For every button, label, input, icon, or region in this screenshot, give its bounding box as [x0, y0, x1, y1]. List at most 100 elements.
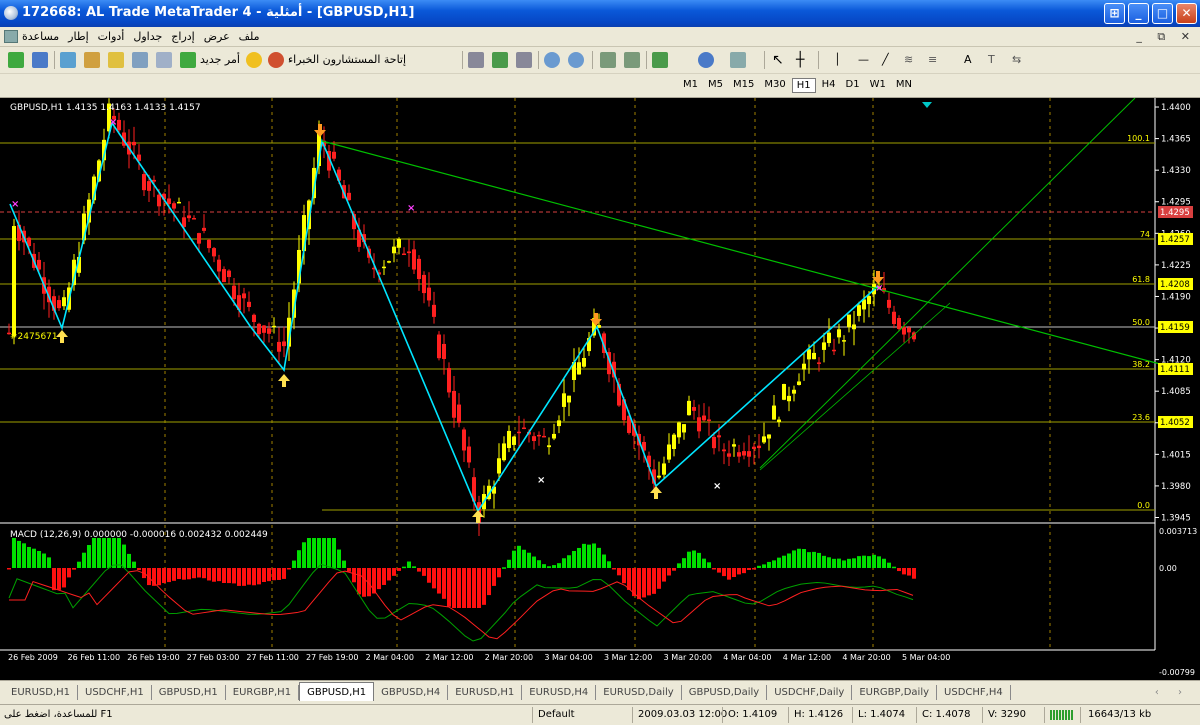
price-chart[interactable]: 100.1 74 61.8 50.0 38.2 23.6 0.0 × × × × × × 1.4400…	[0, 98, 1200, 680]
text-tool[interactable]: A	[964, 51, 972, 69]
candlestick-icon[interactable]	[492, 52, 508, 68]
channel-upper-line	[759, 98, 1136, 469]
tab-eurusd-h4[interactable]: EURUSD,H4	[522, 685, 597, 700]
price-tag-label: 1.4208	[1160, 280, 1190, 290]
tab-usdchf-h4[interactable]: USDCHF,H4	[937, 685, 1011, 700]
macd-bar-positive	[567, 555, 571, 568]
menu-charts[interactable]: جداول	[133, 30, 162, 43]
macd-bar-positive	[602, 554, 606, 568]
mdi-controls[interactable]: _ ⧉ ✕	[1136, 30, 1196, 44]
tf-h1[interactable]: H1	[791, 78, 816, 93]
indicators-icon[interactable]	[652, 52, 668, 68]
tf-m30[interactable]: M30	[760, 78, 789, 93]
tf-m15[interactable]: M15	[729, 78, 758, 93]
terminal-icon[interactable]	[132, 52, 148, 68]
close-button[interactable]: ✕	[1176, 3, 1197, 24]
menu-help[interactable]: مساعدة	[22, 30, 59, 43]
line-chart-icon[interactable]	[516, 52, 532, 68]
horizontal-line-icon[interactable]: —	[858, 51, 869, 69]
candle-bull	[792, 389, 796, 394]
window-title: 172668: AL Trade MetaTrader 4 - أمثلية -…	[22, 5, 415, 20]
trendline-icon[interactable]: ╱	[882, 51, 889, 69]
fibonacci-icon[interactable]: ≋	[904, 51, 913, 69]
macd-bar-positive	[677, 563, 681, 568]
tf-h4[interactable]: H4	[818, 78, 840, 93]
macd-bar-positive	[592, 543, 596, 568]
candle-bear	[907, 327, 911, 333]
vertical-line-icon[interactable]: │	[834, 51, 841, 69]
tab-usdchf-daily[interactable]: USDCHF,Daily	[767, 685, 853, 700]
candle-bear	[262, 325, 266, 333]
tf-m5[interactable]: M5	[704, 78, 727, 93]
tf-m1[interactable]: M1	[679, 78, 702, 93]
macd-bar-negative	[217, 568, 221, 582]
templates-icon[interactable]	[730, 52, 746, 68]
channel-icon[interactable]: ≡	[928, 51, 937, 69]
navigator-icon[interactable]	[84, 52, 100, 68]
chart-canvas[interactable]: 100.1 74 61.8 50.0 38.2 23.6 0.0 × × × × × × 1.4400…	[0, 98, 1200, 680]
candle-bull	[687, 400, 691, 416]
menu-file[interactable]: ملف	[239, 30, 260, 43]
tab-eurusd-h1[interactable]: EURUSD,H1	[448, 685, 523, 700]
minimize-button[interactable]: _	[1128, 3, 1149, 24]
tab-eurgbp-daily[interactable]: EURGBP,Daily	[852, 685, 938, 700]
tab-eurgbp-h1[interactable]: EURGBP,H1	[226, 685, 300, 700]
tab-usdchf-h1[interactable]: USDCHF,H1	[78, 685, 152, 700]
menu-insert[interactable]: إدراج	[171, 30, 194, 43]
menu-window[interactable]: إطار	[68, 30, 88, 43]
auto-scroll-icon[interactable]	[600, 52, 616, 68]
experts-toggle-button[interactable]: إتاحة المستشارون الخبراء	[288, 51, 406, 69]
tab-eurusd-h1[interactable]: EURUSD,H1	[4, 685, 79, 700]
tile-windows-button[interactable]: ⊞	[1104, 3, 1125, 24]
new-order-icon[interactable]	[180, 52, 196, 68]
macd-bar-negative	[7, 568, 11, 570]
experts-icon[interactable]	[268, 52, 284, 68]
macd-bar-negative	[62, 568, 66, 588]
chart-shift-icon[interactable]	[624, 52, 640, 68]
metaeditor-icon[interactable]	[246, 52, 262, 68]
candle-bear	[887, 299, 891, 308]
menu-view[interactable]: عرض	[204, 30, 230, 43]
tab-scroll-arrows[interactable]: ‹ ›	[1155, 687, 1190, 698]
macd-bar-negative	[72, 568, 76, 570]
text-label-icon[interactable]: T	[988, 51, 995, 69]
macd-bar-negative	[197, 568, 201, 578]
new-chart-icon[interactable]	[8, 52, 24, 68]
tf-mn[interactable]: MN	[892, 78, 916, 93]
price-label: 1.4400	[1161, 103, 1191, 113]
profiles-icon[interactable]	[32, 52, 48, 68]
maximize-button[interactable]: □	[1152, 3, 1173, 24]
macd-bar-positive	[882, 558, 886, 568]
tab-gbpusd-h1[interactable]: GBPUSD,H1	[299, 682, 375, 701]
strategy-tester-icon[interactable]	[156, 52, 172, 68]
zoom-out-icon[interactable]	[568, 52, 584, 68]
macd-bar-positive	[802, 549, 806, 568]
tab-gbpusd-daily[interactable]: GBPUSD,Daily	[682, 685, 768, 700]
bar-chart-icon[interactable]	[468, 52, 484, 68]
market-watch-icon[interactable]	[60, 52, 76, 68]
macd-bar-negative	[747, 568, 751, 571]
tab-gbpusd-h1[interactable]: GBPUSD,H1	[152, 685, 226, 700]
zoom-in-icon[interactable]	[544, 52, 560, 68]
tf-d1[interactable]: D1	[842, 78, 864, 93]
macd-bar-positive	[892, 566, 896, 569]
menu-tools[interactable]: أدوات	[98, 30, 125, 43]
data-window-icon[interactable]	[108, 52, 124, 68]
periods-icon[interactable]	[698, 52, 714, 68]
chart-window-icon[interactable]	[4, 30, 18, 43]
cursor-icon[interactable]: ↖	[772, 51, 784, 69]
up-arrow-marker	[650, 486, 662, 499]
new-order-button[interactable]: أمر جديد	[200, 51, 240, 69]
app-globe-icon	[4, 6, 18, 20]
tab-gbpusd-h4[interactable]: GBPUSD,H4	[374, 685, 449, 700]
candle-bull	[387, 261, 391, 263]
candle-bear	[252, 314, 256, 323]
macd-bar-positive	[812, 551, 816, 568]
candle-bull	[822, 342, 826, 350]
crosshair-icon[interactable]: ┼	[796, 51, 804, 69]
arrows-icon[interactable]: ⇆	[1012, 51, 1021, 69]
macd-bar-negative	[717, 568, 721, 573]
tf-w1[interactable]: W1	[866, 78, 890, 93]
candle-bear	[432, 304, 436, 317]
tab-eurusd-daily[interactable]: EURUSD,Daily	[596, 685, 682, 700]
